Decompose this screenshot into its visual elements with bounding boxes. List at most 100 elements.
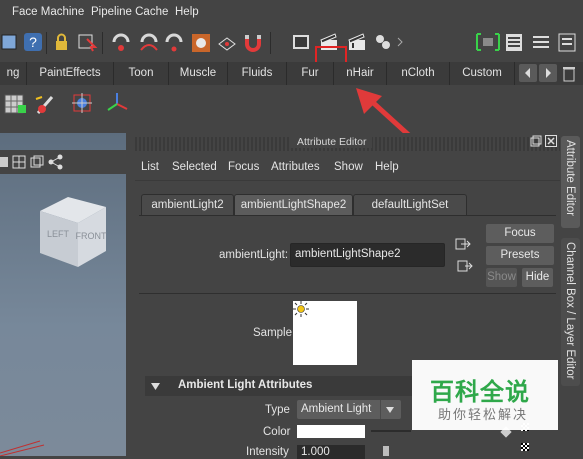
go-to-input-icon[interactable] bbox=[455, 236, 471, 252]
go-to-output-icon[interactable] bbox=[457, 258, 473, 274]
intensity-label: Intensity bbox=[246, 446, 289, 458]
ae-menu-focus[interactable]: Focus bbox=[228, 161, 259, 173]
menu-pipeline-cache[interactable]: Pipeline Cache bbox=[91, 6, 168, 18]
ae-menu-list[interactable]: List bbox=[141, 161, 159, 173]
menu-face-machine[interactable]: Face Machine bbox=[12, 6, 84, 18]
magnet-icon[interactable] bbox=[242, 30, 264, 54]
tab-ambientlight2[interactable]: ambientLight2 bbox=[141, 194, 234, 215]
node-name-field[interactable]: ambientLightShape2 bbox=[290, 243, 445, 267]
show-button[interactable]: Show bbox=[486, 268, 517, 287]
presets-button[interactable]: Presets bbox=[486, 246, 554, 265]
side-tab-channel-box-label: Channel Box / Layer Editor bbox=[564, 242, 576, 380]
move-axis-icon[interactable] bbox=[104, 90, 130, 116]
ae-menu-show[interactable]: Show bbox=[334, 161, 363, 173]
tab-ambientlightshape2[interactable]: ambientLightShape2 bbox=[234, 194, 353, 215]
hide-button[interactable]: Hide bbox=[522, 268, 553, 287]
menu-divider bbox=[135, 180, 560, 181]
snap-to-grid-icon[interactable] bbox=[110, 30, 132, 54]
light-sample-swatch bbox=[293, 301, 357, 365]
shelf-tab-fluids[interactable]: Fluids bbox=[228, 62, 287, 85]
ae-menu-help[interactable]: Help bbox=[375, 161, 399, 173]
toolbar-separator bbox=[46, 32, 47, 54]
color-label: Color bbox=[263, 426, 291, 438]
render-settings-icon[interactable] bbox=[372, 30, 394, 54]
shelf-tab-rendering[interactable]: ng bbox=[0, 62, 27, 85]
header-divider bbox=[139, 293, 556, 294]
map-button-icon[interactable] bbox=[521, 443, 529, 451]
shelf-tab-toon[interactable]: Toon bbox=[114, 62, 169, 85]
intensity-slider-handle[interactable] bbox=[383, 446, 389, 456]
tab-bar-divider bbox=[139, 215, 556, 216]
smooth-shade-icon[interactable] bbox=[28, 153, 46, 171]
share-icon[interactable] bbox=[47, 153, 65, 171]
select-by-hierarchy-icon[interactable] bbox=[76, 30, 98, 54]
shelf-scroll-left-icon[interactable] bbox=[519, 64, 537, 82]
sample-label: Sample bbox=[253, 327, 292, 339]
shelf-content bbox=[0, 85, 583, 122]
shelf-tab-fur[interactable]: Fur bbox=[287, 62, 334, 85]
menu-help[interactable]: Help bbox=[175, 6, 199, 18]
type-value: Ambient Light bbox=[301, 403, 372, 415]
watermark-subtitle: 助你轻松解决 bbox=[438, 408, 529, 423]
type-dropdown[interactable]: Ambient Light bbox=[297, 400, 401, 419]
chevron-down-icon bbox=[386, 407, 394, 413]
watermark-title: 百科全说 bbox=[430, 378, 530, 406]
side-tab-channel-box[interactable]: Channel Box / Layer Editor bbox=[561, 238, 580, 386]
dropdown-divider bbox=[380, 400, 381, 419]
toolbar-separator bbox=[102, 32, 103, 54]
wireframe-icon[interactable] bbox=[10, 153, 28, 171]
panel-layout-icon[interactable] bbox=[0, 153, 10, 171]
color-slider-track[interactable] bbox=[371, 430, 411, 432]
node-name-label: ambientLight: bbox=[219, 249, 289, 261]
menu-bar: Face Machine Pipeline Cache Help bbox=[0, 0, 583, 26]
viewcube-front-label: FRONT bbox=[76, 231, 107, 241]
shelf-delete-icon[interactable] bbox=[561, 64, 577, 82]
chevron-right-icon[interactable] bbox=[395, 30, 405, 54]
make-live-icon[interactable] bbox=[216, 30, 238, 54]
collapse-triangle-icon[interactable] bbox=[151, 382, 160, 391]
section-title: Ambient Light Attributes bbox=[178, 379, 313, 391]
ipr-render-icon[interactable] bbox=[346, 30, 368, 54]
shelf-tab-muscle[interactable]: Muscle bbox=[169, 62, 228, 85]
viewcube[interactable]: LEFT FRONT bbox=[38, 191, 108, 271]
render-view-icon[interactable] bbox=[290, 30, 312, 54]
ae-menu-attributes[interactable]: Attributes bbox=[271, 161, 320, 173]
paint-brush-icon[interactable] bbox=[34, 91, 60, 117]
focus-button[interactable]: Focus bbox=[486, 224, 554, 243]
intensity-field[interactable]: 1.000 bbox=[297, 445, 365, 459]
snap-to-point-icon[interactable] bbox=[163, 30, 185, 54]
snap-to-view-plane-icon[interactable] bbox=[190, 30, 212, 54]
tool-settings-icon[interactable] bbox=[530, 30, 552, 54]
color-swatch[interactable] bbox=[297, 425, 365, 438]
node-name-value: ambientLightShape2 bbox=[295, 248, 401, 260]
toolbar-separator bbox=[270, 32, 271, 54]
ae-menu-selected[interactable]: Selected bbox=[172, 161, 217, 173]
shelf-tab-painteffects[interactable]: PaintEffects bbox=[27, 62, 114, 85]
close-icon[interactable] bbox=[545, 135, 557, 147]
channel-box-icon[interactable] bbox=[556, 30, 578, 54]
render-globals-icon[interactable] bbox=[2, 91, 28, 117]
shelf-scroll-right-icon[interactable] bbox=[539, 64, 557, 82]
help-line-icon[interactable]: ? bbox=[22, 30, 44, 54]
sun-icon bbox=[293, 301, 309, 317]
snap-to-curve-icon[interactable] bbox=[138, 30, 160, 54]
section-header[interactable]: Ambient Light Attributes bbox=[145, 376, 415, 396]
svg-text:?: ? bbox=[29, 34, 37, 50]
select-tool-icon[interactable] bbox=[0, 30, 22, 54]
viewport-panel-toolbar bbox=[0, 150, 126, 174]
side-tab-attribute-editor-label: Attribute Editor bbox=[564, 140, 576, 217]
shelf-tab-ncloth[interactable]: nCloth bbox=[387, 62, 450, 85]
type-label: Type bbox=[265, 404, 290, 416]
attribute-editor-title: Attribute Editor bbox=[291, 136, 373, 148]
3d-viewport[interactable]: LEFT FRONT bbox=[0, 133, 126, 456]
grid-lines bbox=[0, 440, 45, 456]
tab-defaultlightset[interactable]: defaultLightSet bbox=[353, 194, 467, 215]
attribute-editor-toggle-icon[interactable] bbox=[503, 30, 525, 54]
light-manipulator-icon[interactable] bbox=[68, 89, 96, 117]
lock-icon[interactable] bbox=[50, 30, 72, 54]
modeling-toolkit-icon[interactable] bbox=[474, 30, 502, 54]
side-tab-attribute-editor[interactable]: Attribute Editor bbox=[561, 136, 580, 228]
shelf-tab-nhair[interactable]: nHair bbox=[334, 62, 387, 85]
float-panel-icon[interactable] bbox=[530, 135, 542, 147]
shelf-tab-custom[interactable]: Custom bbox=[450, 62, 515, 85]
